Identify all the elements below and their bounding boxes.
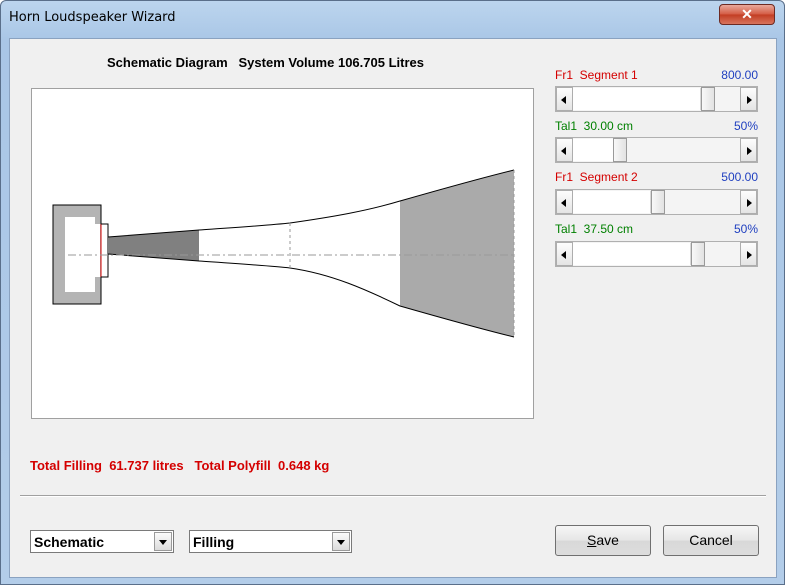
save-label-rest: ave	[596, 532, 619, 548]
arrow-left-icon	[561, 251, 566, 259]
slider-3-label: Fr1 Segment 2	[555, 170, 638, 184]
slider-1-label: Fr1 Segment 1	[555, 68, 638, 82]
mode-select-dropdown-button[interactable]	[332, 532, 350, 551]
view-select[interactable]: Schematic	[30, 530, 174, 553]
total-filling-readout: Total Filling 61.737 litres Total Polyfi…	[30, 458, 330, 473]
scroll-track-left-region[interactable]	[573, 88, 701, 110]
scroll-right-button[interactable]	[740, 87, 757, 111]
scroll-right-button[interactable]	[740, 242, 757, 266]
slider-2-value: 50%	[733, 119, 758, 133]
diagram-title: Schematic Diagram System Volume 106.705 …	[107, 55, 424, 70]
chevron-down-icon	[159, 540, 167, 545]
chevron-down-icon	[337, 540, 345, 545]
scroll-left-button[interactable]	[556, 190, 573, 214]
close-icon: ✕	[741, 6, 753, 22]
slider-4-value: 50%	[733, 222, 758, 236]
scroll-track[interactable]	[573, 242, 740, 266]
slider-2-label: Tal1 30.00 cm	[555, 119, 634, 133]
throat-adapter	[101, 223, 109, 278]
scroll-thumb[interactable]	[691, 242, 705, 266]
scroll-thumb[interactable]	[651, 190, 665, 214]
segment-1-taper-scrollbar[interactable]	[555, 137, 758, 163]
arrow-right-icon	[747, 147, 752, 155]
scroll-left-button[interactable]	[556, 242, 573, 266]
scroll-track[interactable]	[573, 190, 740, 214]
separator-line	[20, 495, 766, 497]
view-select-value: Schematic	[34, 534, 105, 550]
cancel-button[interactable]: Cancel	[663, 525, 759, 556]
title-bar[interactable]: Horn Loudspeaker Wizard ✕	[1, 1, 784, 38]
segment-1-frequency-scrollbar[interactable]	[555, 86, 758, 112]
scroll-right-button[interactable]	[740, 190, 757, 214]
arrow-right-icon	[747, 96, 752, 104]
segment-2-frequency-scrollbar[interactable]	[555, 189, 758, 215]
close-button[interactable]: ✕	[719, 4, 775, 25]
mode-select[interactable]: Filling	[189, 530, 352, 553]
slider-3-value: 500.00	[721, 170, 758, 184]
save-button[interactable]: Save	[555, 525, 651, 556]
arrow-right-icon	[747, 251, 752, 259]
segment-2-filling	[400, 170, 514, 337]
window-title: Horn Loudspeaker Wizard	[9, 10, 176, 25]
segment-2-taper-scrollbar[interactable]	[555, 241, 758, 267]
arrow-right-icon	[747, 199, 752, 207]
cancel-label: Cancel	[689, 532, 733, 548]
dialog-client-area: Schematic Diagram System Volume 106.705 …	[9, 38, 777, 578]
arrow-left-icon	[561, 96, 566, 104]
wizard-window: Horn Loudspeaker Wizard ✕ Schematic Diag…	[0, 0, 785, 585]
scroll-track[interactable]	[573, 87, 740, 111]
schematic-diagram	[31, 88, 534, 419]
scroll-track-left-region[interactable]	[573, 191, 651, 213]
scroll-track-left-region[interactable]	[573, 243, 691, 265]
scroll-thumb[interactable]	[613, 138, 627, 162]
view-select-dropdown-button[interactable]	[154, 532, 172, 551]
arrow-left-icon	[561, 199, 566, 207]
slider-1-value: 800.00	[721, 68, 758, 82]
scroll-track[interactable]	[573, 138, 740, 162]
scroll-left-button[interactable]	[556, 138, 573, 162]
scroll-track-left-region[interactable]	[573, 139, 617, 161]
arrow-left-icon	[561, 147, 566, 155]
mode-select-value: Filling	[193, 534, 235, 550]
scroll-left-button[interactable]	[556, 87, 573, 111]
horn-schematic-graphic	[52, 169, 515, 338]
scroll-thumb[interactable]	[701, 87, 715, 111]
scroll-right-button[interactable]	[740, 138, 757, 162]
slider-4-label: Tal1 37.50 cm	[555, 222, 634, 236]
segment-1-filling	[108, 230, 199, 261]
save-hotkey: S	[587, 532, 597, 548]
